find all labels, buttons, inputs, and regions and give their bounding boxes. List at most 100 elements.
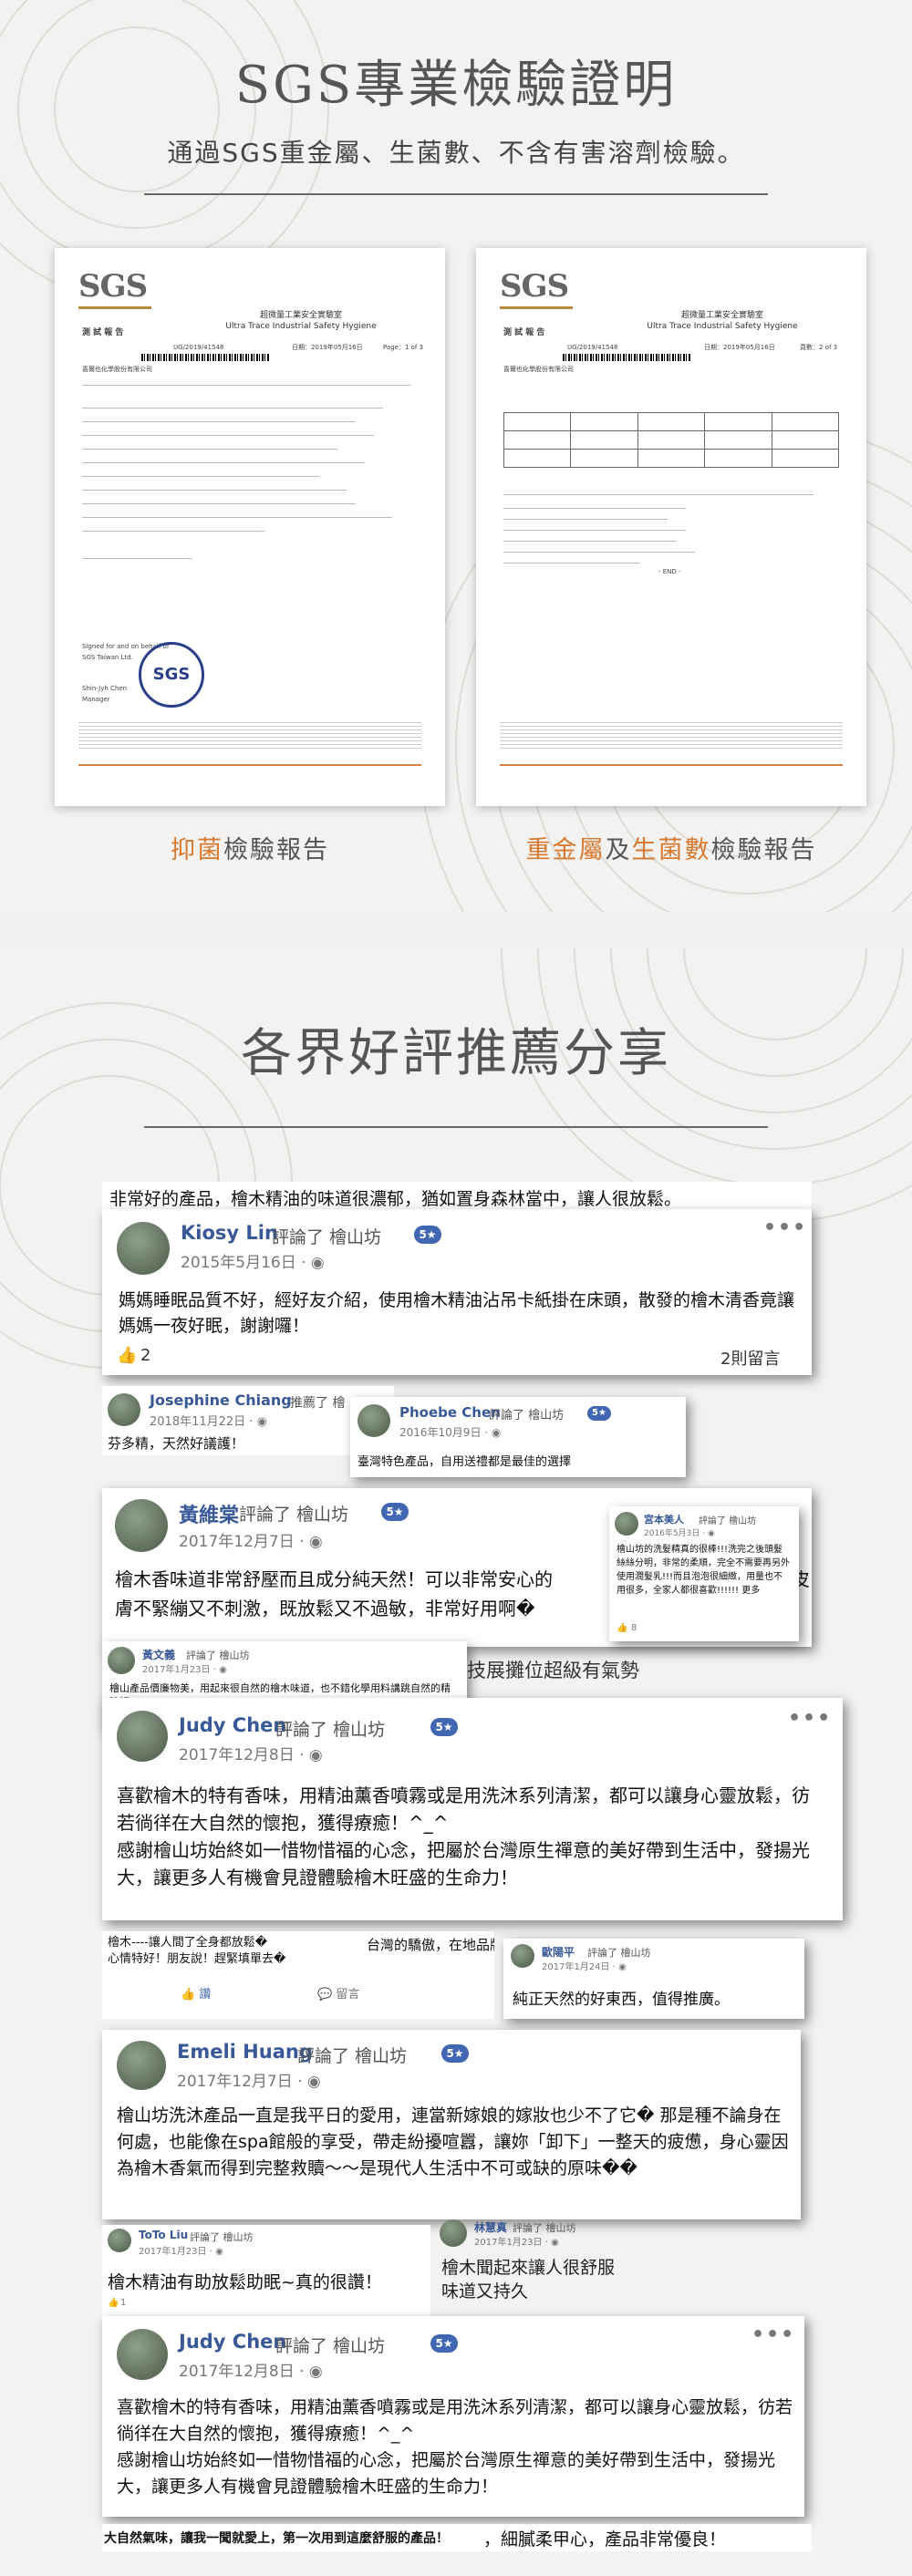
like-icon[interactable]: 👍 [108,2298,119,2308]
doc-line [503,530,686,531]
rating-badge: 5★ [587,1406,611,1421]
review-action: 評論了 檜山坊 [239,1505,349,1525]
reviews-section: 各界好評推薦分享 非常好的產品，檜木精油的味道很濃郁，猶如置身森林當中，讓人很放… [0,948,912,2576]
report-date: 日期：2019年05月16日 [292,344,363,351]
caption-heavy-metal-report: 重金屬及生菌數檢驗報告 [476,830,866,865]
caption-antibacterial-report: 抑菌檢驗報告 [55,830,445,865]
reviewer-name[interactable]: Phoebe Chen [399,1404,501,1421]
review-action: 推薦了 檜 [290,1396,346,1411]
footer-bar [78,764,421,766]
like-count: 8 [631,1623,637,1633]
section-title: SGS專業檢驗證明 [234,56,678,115]
review-date: 2017年1月24日 · ◉ [542,1962,627,1972]
review-action: 評論了 檜山坊 [699,1516,757,1526]
review-date: 2017年1月23日 · ◉ [142,1665,227,1675]
doc-line [82,435,374,436]
doc-line [503,541,677,542]
fine-print [78,722,421,751]
reviewer-name[interactable]: Josephine Chiang [150,1391,292,1409]
review-date: 2018年11月22日 · ◉ [150,1415,267,1429]
like-icon[interactable]: 👍 [617,1623,627,1633]
rating-badge: 5★ [414,1226,441,1244]
more-options-icon[interactable]: ••• [751,2323,795,2346]
review-text: 純正天然的好東西，值得推廣。 [513,1991,730,2009]
reviewer-name[interactable]: ToTo Liu [139,2229,188,2241]
doc-line [82,490,347,491]
comment-count[interactable]: 2則留言 [720,1346,780,1370]
barcode [141,354,269,361]
report-number: UG/2019/41548 [173,344,224,351]
signer-role: Manager [82,696,110,703]
like-count: 2 [140,1346,151,1365]
more-options-icon[interactable]: ••• [763,1216,807,1239]
review-text: 臺灣特色產品，自用送禮都是最佳的選擇 [358,1455,572,1469]
review-text: 芬多精，天然好議護！ [108,1435,245,1452]
review-card: 林慧真 評論了 檜山坊 2017年1月23日 · ◉ 檜木聞起來讓人很舒服 味道… [438,2218,657,2312]
lab-name-cn: 超微量工業安全實驗室 [680,311,763,320]
doc-line [82,558,192,559]
reviewer-name[interactable]: 黃維棠 [179,1499,239,1528]
review-text: 大自然氣味，讓我一聞就愛上，第一次用到這麼舒服的產品！ [104,2531,449,2546]
review-text: 檜木精油有助放鬆助眠~真的很讚！ [108,2272,382,2292]
reviewer-name[interactable]: 宮本美人 [644,1512,684,1526]
avatar [117,2329,168,2380]
caption-text: 檢驗報告 [223,836,329,864]
caption-highlight: 重金屬 [525,836,606,864]
doc-title: 測 試 報 告 [503,328,545,337]
avatar [108,1647,135,1674]
comment-button[interactable]: 💬 留言 [317,1984,359,2002]
lab-name-cn: 超微量工業安全實驗室 [259,311,342,320]
reviewer-name[interactable]: Kiosy Lin [181,1222,278,1244]
reviewer-name[interactable]: Judy Chen [179,1714,286,1736]
review-card: ToTo Liu 評論了 檜山坊 2017年1月23日 · ◉ 檜木精油有助放鬆… [102,2225,430,2316]
caption-text: 及 [605,836,632,864]
client-name: 喜爾也化學股份有限公司 [82,366,152,373]
rating-badge: 5★ [430,1718,458,1736]
lab-name-en: Ultra Trace Industrial Safety Hygiene [225,322,377,331]
reviewer-name[interactable]: Emeli Huang [177,2041,313,2063]
more-options-icon[interactable]: ••• [788,1707,832,1730]
doc-line [503,494,814,495]
doc-line [503,508,686,509]
review-text: 檜木----讓人間了全身都放鬆� 心情特好！朋友說！趕緊填單去� [108,1936,286,1966]
reviewer-name[interactable]: Judy Chen [179,2331,286,2353]
client-name: 喜爾也化學股份有限公司 [503,366,574,373]
reviewer-name[interactable]: 歐陽平 [542,1944,575,1960]
review-action: 評論了 檜山坊 [186,1650,250,1661]
barcode [563,354,690,361]
review-card: 宮本美人 評論了 檜山坊 2016年5月3日 · ◉ 檜山坊的洗髮精真的很棒!!… [609,1506,799,1641]
sgs-logo: SGS [500,268,569,305]
review-fragment: 技展攤位超級有氣勢 [467,1660,639,1681]
sgs-logo: SGS [78,268,148,305]
doc-line [503,519,668,520]
doc-line [503,563,640,564]
avatar [358,1404,390,1437]
review-date: 2017年12月7日 · ◉ [179,1533,323,1551]
lab-header: 超微量工業安全實驗室 Ultra Trace Industrial Safety… [173,310,429,332]
doc-title: 測 試 報 告 [82,328,124,337]
review-action: 評論了 檜山坊 [190,2231,254,2243]
footer-bar [500,764,843,766]
review-text: 喜歡檜木的特有香味，用精油薰香噴霧或是用洗沐系列清潔，都可以讓身心靈放鬆，彷若徜… [117,2397,793,2497]
review-card: Emeli Huang 評論了 檜山坊 5★ 2017年12月7日 · ◉ 檜山… [102,2030,801,2219]
like-icon[interactable]: 👍 [117,1346,137,1365]
doc-line [82,476,319,477]
review-date: 2017年1月23日 · ◉ [474,2238,559,2248]
reviewer-name[interactable]: 林慧真 [474,2219,507,2235]
review-action: 評論了 檜山坊 [275,2336,386,2356]
review-fragment-card: 檜木----讓人間了全身都放鬆� 心情特好！朋友說！趕緊填單去� 台灣的驕傲，在… [102,1931,494,2019]
comment-label: 留言 [336,1988,360,2002]
review-strip-top: 非常好的產品，檜木精油的味道很濃郁，猶如置身森林當中，讓人很放鬆。 [102,1182,812,1209]
review-strip-bottom: 大自然氣味，讓我一聞就愛上，第一次用到這麼舒服的產品！ ，細膩柔甲心，產品非常優… [102,2524,812,2551]
rating-badge: 5★ [381,1503,409,1521]
like-button[interactable]: 👍 讚 [181,1984,211,2002]
reviewer-name[interactable]: 黃文義 [142,1647,175,1662]
avatar [117,1222,170,1275]
results-table [503,412,840,468]
review-action: 評論了 檜山坊 [272,1227,382,1247]
doc-line [82,462,365,463]
doc-line [503,552,695,553]
review-text-2: 膚不緊繃又不刺激，既放鬆又不過敏，非常好用啊� [115,1598,535,1619]
review-text: 檜山坊洗沐產品一直是我平日的愛用，連當新嫁娘的嫁妝也少不了它� 那是種不論身在何… [117,2105,789,2178]
like-count: 1 [120,2298,127,2308]
